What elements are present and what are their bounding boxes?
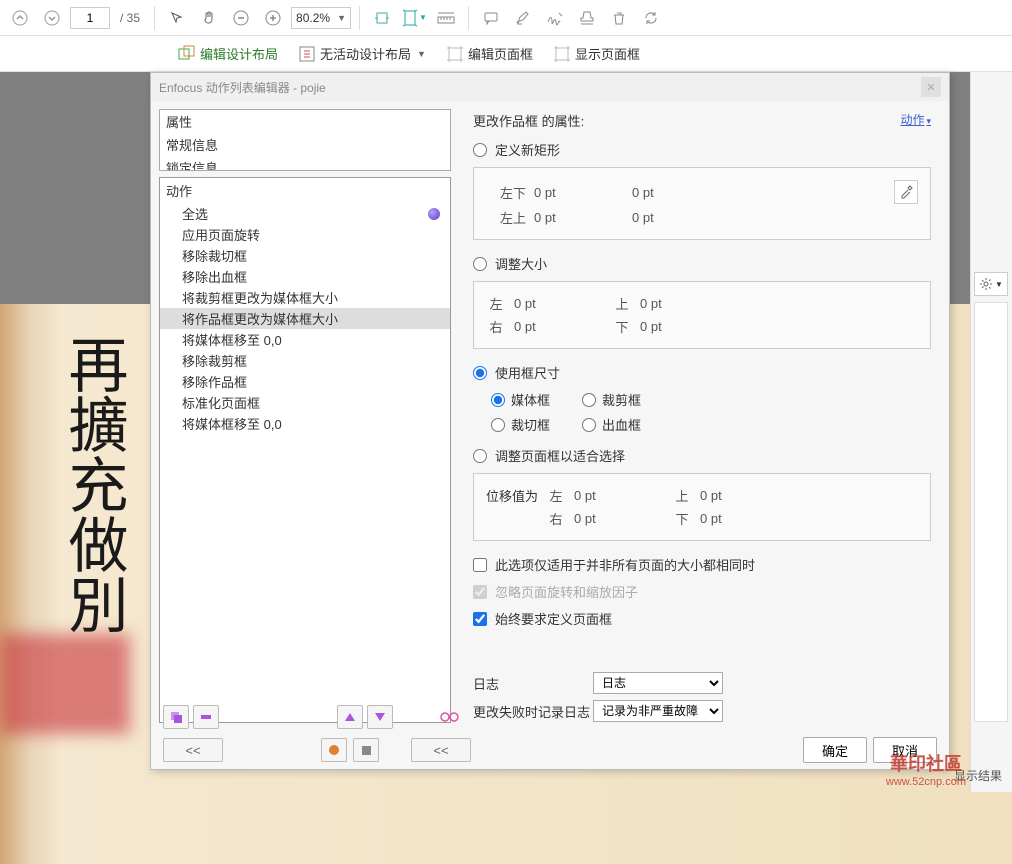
edit-layout-button[interactable]: 编辑设计布局	[170, 40, 286, 67]
radio-adjust-fit[interactable]: 调整页面框以适合选择	[473, 446, 931, 465]
highlight-icon[interactable]	[509, 4, 537, 32]
frame-edit-icon	[446, 45, 464, 63]
action-item[interactable]: 应用页面旋转	[160, 224, 450, 245]
action-item[interactable]: 将裁剪框更改为媒体框大小	[160, 287, 450, 308]
radio-resize[interactable]: 调整大小	[473, 254, 931, 273]
radio-bleed-frame[interactable]: 出血框	[582, 415, 641, 434]
back-button[interactable]: <<	[411, 738, 471, 762]
down-icon[interactable]	[38, 4, 66, 32]
layout-toolbar: 编辑设计布局 无活动设计布局 ▼ 编辑页面框 显示页面框	[0, 36, 1012, 72]
delete-icon[interactable]	[605, 4, 633, 32]
status-dot-icon	[428, 208, 440, 220]
zoom-in-icon[interactable]	[259, 4, 287, 32]
radio-trim-frame[interactable]: 裁切框	[491, 415, 550, 434]
action-item[interactable]: 将媒体框移至 0,0	[160, 329, 450, 350]
action-list-header: 动作	[160, 178, 450, 203]
no-active-layout-button[interactable]: 无活动设计布局 ▼	[290, 40, 434, 67]
show-frame-button[interactable]: 显示页面框	[545, 40, 648, 67]
property-item[interactable]: 锁定信息	[160, 156, 450, 171]
log-row: 日志 日志	[473, 672, 931, 694]
remove-button[interactable]	[193, 705, 219, 729]
link-icon	[440, 710, 460, 724]
stamp-icon[interactable]	[573, 4, 601, 32]
top-toolbar: / 35 80.2%▼ ▼	[0, 0, 1012, 36]
comment-icon[interactable]	[477, 4, 505, 32]
action-item[interactable]: 将媒体框移至 0,0	[160, 413, 450, 434]
prev-button[interactable]: <<	[163, 738, 223, 762]
eyedropper-icon	[899, 185, 913, 199]
left-panel: 属性 常规信息 锁定信息 动作 全选 应用页面旋转 移除裁切框 移除出血框 将裁…	[151, 101, 459, 731]
up-icon[interactable]	[6, 4, 34, 32]
resize-box: 左0 pt 上0 pt 右0 pt 下0 pt	[473, 281, 931, 349]
move-up-button[interactable]	[337, 705, 363, 729]
check-always-define[interactable]: 始终要求定义页面框	[473, 609, 931, 628]
check-ignore-rotation: 忽略页面旋转和缩放因子	[473, 582, 931, 601]
action-editor-dialog: Enfocus 动作列表编辑器 - pojie ✕ 属性 常规信息 锁定信息 动…	[150, 72, 950, 770]
settings-button[interactable]: ▼	[974, 272, 1008, 296]
frame-type-group: 媒体框 裁剪框 裁切框 出血框	[491, 390, 931, 434]
fit-width-icon[interactable]	[368, 4, 396, 32]
fit-page-icon[interactable]: ▼	[400, 4, 428, 32]
frame-show-icon	[553, 45, 571, 63]
copy-icon	[169, 710, 183, 724]
action-item[interactable]: 移除出血框	[160, 266, 450, 287]
page-total: / 35	[120, 11, 140, 25]
action-menu-link[interactable]: 动作	[900, 111, 931, 128]
zoom-select[interactable]: 80.2%▼	[291, 7, 351, 29]
edit-frame-button[interactable]: 编辑页面框	[438, 40, 541, 67]
watermark: 華印社區 www.52cnp.com	[886, 750, 966, 788]
link-button[interactable]	[437, 705, 463, 729]
sign-icon[interactable]	[541, 4, 569, 32]
layout-edit-icon	[178, 45, 196, 63]
action-item-selected[interactable]: 将作品框更改为媒体框大小	[160, 308, 450, 329]
zoom-out-icon[interactable]	[227, 4, 255, 32]
radio-use-frame[interactable]: 使用框尺寸	[473, 363, 931, 382]
define-rect-box: 左下0 pt 0 pt 左上0 pt 0 pt	[473, 167, 931, 240]
log-select[interactable]: 日志	[593, 672, 723, 694]
dialog-titlebar: Enfocus 动作列表编辑器 - pojie ✕	[151, 73, 949, 101]
ok-button[interactable]: 确定	[803, 737, 867, 763]
action-item[interactable]: 移除裁切框	[160, 245, 450, 266]
pointer-icon[interactable]	[163, 4, 191, 32]
stop-button[interactable]	[353, 738, 379, 762]
refresh-icon[interactable]	[637, 4, 665, 32]
stop-icon	[362, 746, 371, 755]
move-down-button[interactable]	[367, 705, 393, 729]
record-button[interactable]	[321, 738, 347, 762]
right-sidebar: ▼	[970, 72, 1012, 792]
property-list[interactable]: 属性 常规信息 锁定信息	[159, 109, 451, 171]
minus-icon	[199, 712, 213, 722]
record-icon	[329, 745, 339, 755]
check-diff-sizes[interactable]: 此选项仅适用于并非所有页面的大小都相同时	[473, 555, 931, 574]
radio-media-frame[interactable]: 媒体框	[491, 390, 550, 409]
copy-button[interactable]	[163, 705, 189, 729]
hand-icon[interactable]	[195, 4, 223, 32]
radio-crop-frame[interactable]: 裁剪框	[582, 390, 641, 409]
section-title: 更改作品框 的属性: 动作	[473, 111, 931, 130]
action-item[interactable]: 全选	[160, 203, 450, 224]
page-input[interactable]	[70, 7, 110, 29]
property-item[interactable]: 常规信息	[160, 133, 450, 156]
eyedropper-button[interactable]	[894, 180, 918, 204]
action-item[interactable]: 移除裁剪框	[160, 350, 450, 371]
right-panel: 更改作品框 的属性: 动作 定义新矩形 左下0 pt 0 pt 左上0 pt 0…	[459, 101, 949, 731]
gear-icon	[979, 277, 993, 291]
action-item[interactable]: 标准化页面框	[160, 392, 450, 413]
layout-none-icon	[298, 45, 316, 63]
radio-define-rect[interactable]: 定义新矩形	[473, 140, 931, 159]
triangle-up-icon	[344, 711, 356, 723]
ruler-icon[interactable]	[432, 4, 460, 32]
dialog-footer: << << 确定 取消	[151, 699, 949, 769]
property-item[interactable]: 属性	[160, 110, 450, 133]
action-item[interactable]: 移除作品框	[160, 371, 450, 392]
close-button[interactable]: ✕	[921, 77, 941, 97]
offset-box: 位移值为 左0 pt 上0 pt 右0 pt 下0 pt	[473, 473, 931, 541]
action-list[interactable]: 动作 全选 应用页面旋转 移除裁切框 移除出血框 将裁剪框更改为媒体框大小 将作…	[159, 177, 451, 723]
triangle-down-icon	[374, 711, 386, 723]
